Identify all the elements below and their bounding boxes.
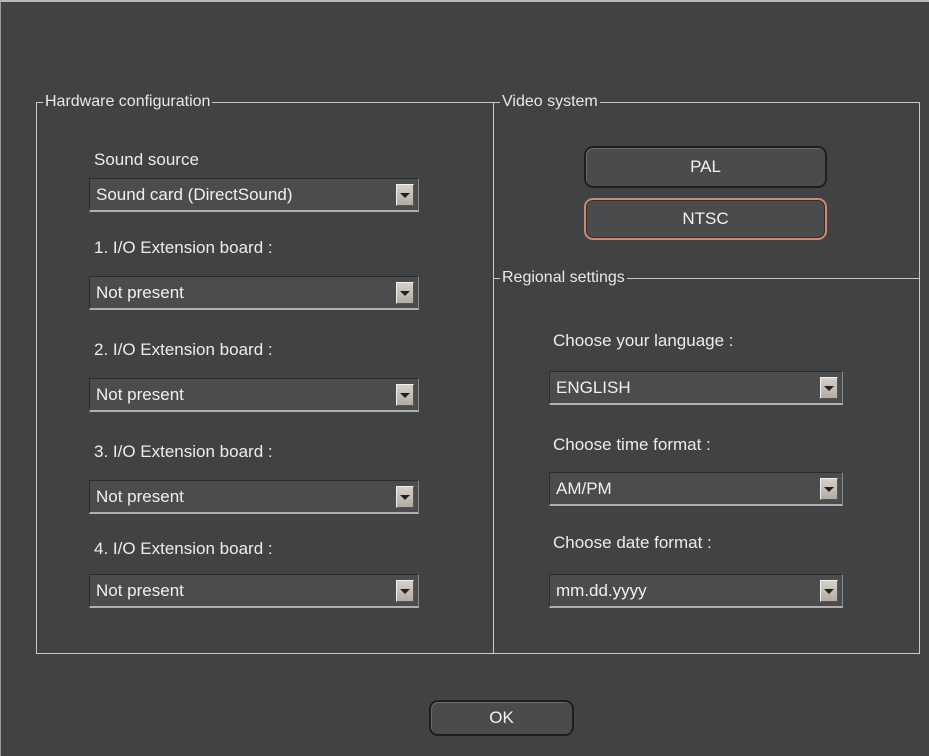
chevron-down-icon[interactable]: [820, 580, 838, 602]
time-format-label: Choose time format :: [553, 435, 711, 454]
ntsc-button[interactable]: NTSC: [584, 198, 827, 240]
chevron-down-icon[interactable]: [820, 478, 838, 500]
chevron-down-icon[interactable]: [396, 580, 414, 602]
sound-source-select[interactable]: Sound card (DirectSound): [89, 178, 419, 212]
chevron-down-icon[interactable]: [396, 282, 414, 304]
video-system-legend: Video system: [500, 92, 600, 112]
date-format-label: Choose date format :: [553, 533, 712, 552]
language-select[interactable]: ENGLISH: [549, 371, 843, 405]
language-label: Choose your language :: [553, 331, 734, 350]
io-board-4-label: 4. I/O Extension board :: [94, 539, 273, 558]
regional-settings-legend: Regional settings: [500, 268, 627, 288]
io-board-2-value: Not present: [96, 385, 184, 404]
sound-source-value: Sound card (DirectSound): [96, 185, 293, 204]
io-board-3-select[interactable]: Not present: [89, 480, 419, 514]
time-format-value: AM/PM: [556, 479, 612, 498]
io-board-2-label: 2. I/O Extension board :: [94, 340, 273, 359]
language-value: ENGLISH: [556, 378, 631, 397]
settings-dialog: Hardware configuration Sound source Soun…: [0, 0, 929, 756]
time-format-select[interactable]: AM/PM: [549, 472, 843, 506]
sound-source-label: Sound source: [94, 150, 199, 169]
ok-button[interactable]: OK: [429, 700, 574, 736]
video-system-group: Video system: [493, 92, 920, 279]
pal-button[interactable]: PAL: [584, 146, 827, 188]
io-board-1-select[interactable]: Not present: [89, 276, 419, 310]
date-format-select[interactable]: mm.dd.yyyy: [549, 574, 843, 608]
date-format-value: mm.dd.yyyy: [556, 581, 647, 600]
io-board-3-label: 3. I/O Extension board :: [94, 442, 273, 461]
chevron-down-icon[interactable]: [820, 377, 838, 399]
chevron-down-icon[interactable]: [396, 384, 414, 406]
io-board-4-select[interactable]: Not present: [89, 574, 419, 608]
io-board-4-value: Not present: [96, 581, 184, 600]
io-board-1-value: Not present: [96, 283, 184, 302]
io-board-1-label: 1. I/O Extension board :: [94, 238, 273, 257]
io-board-3-value: Not present: [96, 487, 184, 506]
chevron-down-icon[interactable]: [396, 184, 414, 206]
io-board-2-select[interactable]: Not present: [89, 378, 419, 412]
hardware-configuration-legend: Hardware configuration: [43, 92, 213, 112]
chevron-down-icon[interactable]: [396, 486, 414, 508]
